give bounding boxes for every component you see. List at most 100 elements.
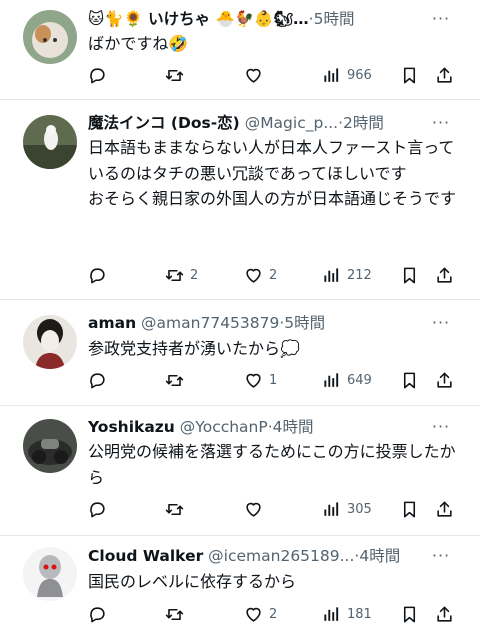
like-button[interactable] [244, 497, 269, 521]
views-button[interactable]: 181 [322, 602, 372, 626]
share-button[interactable] [435, 263, 454, 287]
reply-button[interactable] [88, 368, 113, 392]
avatar[interactable] [23, 115, 77, 169]
tweet-text: 日本語もままならない人が日本人ファースト言っているのはタチの悪い冗談であってほし… [88, 138, 457, 208]
user-handle[interactable]: @aman77453879 [141, 314, 279, 332]
bookmark-icon [403, 67, 416, 83]
display-name[interactable]: Yoshikazu [88, 418, 175, 436]
reply-button[interactable] [88, 263, 113, 287]
bookmark-button[interactable] [400, 263, 419, 287]
views-button[interactable]: 212 [322, 263, 372, 287]
tweet[interactable]: 魔法インコ (Dos-恋) @Magic_p...·2時間 ··· 日本語もまま… [0, 100, 480, 300]
user-handle[interactable]: @YocchanP [180, 418, 268, 436]
user-handle[interactable]: @Magic_p... [245, 114, 338, 132]
retweet-button[interactable] [165, 368, 190, 392]
share-icon [437, 67, 452, 83]
tweet[interactable]: Yoshikazu @YocchanP·4時間 ··· 公明党の候補を落選するた… [0, 406, 480, 536]
bookmark-icon [403, 372, 416, 388]
views-button[interactable]: 649 [322, 368, 372, 392]
views-button[interactable]: 966 [322, 63, 372, 87]
timestamp[interactable]: 5時間 [284, 314, 325, 332]
more-options-button[interactable]: ··· [430, 111, 452, 135]
heart-icon [246, 502, 261, 517]
tweet-header: aman @aman77453879·5時間 [88, 311, 420, 335]
like-count: 2 [269, 267, 278, 283]
reply-icon [90, 372, 105, 388]
heart-icon [246, 607, 261, 622]
avatar[interactable] [23, 315, 77, 369]
avatar[interactable] [23, 547, 77, 601]
display-name[interactable]: 🐱🐈🌻 いけちゃ 🐣🐓👶🐿… [88, 10, 309, 28]
timeline-feed: 🐱🐈🌻 いけちゃ 🐣🐓👶🐿…·5時間 ··· ばかですね🤣 966 魔法インコ … [0, 0, 480, 635]
views-button[interactable]: 305 [322, 497, 372, 521]
timestamp[interactable]: 2時間 [343, 114, 384, 132]
like-button[interactable]: 2 [244, 602, 277, 626]
tweet-text: 国民のレベルに依存するから [88, 572, 297, 591]
display-name[interactable]: aman [88, 314, 136, 332]
views-count: 212 [347, 267, 372, 283]
more-options-button[interactable]: ··· [430, 7, 452, 31]
tweet-text: ばかですね🤣 [88, 34, 189, 53]
tweet-header: 魔法インコ (Dos-恋) @Magic_p...·2時間 [88, 111, 420, 135]
retweet-count: 2 [190, 267, 199, 283]
bookmark-button[interactable] [400, 602, 419, 626]
retweet-icon [165, 608, 184, 620]
retweet-button[interactable] [165, 63, 190, 87]
heart-icon [246, 373, 261, 388]
tweet-text: 参政党支持者が湧いたから💭 [88, 339, 300, 358]
bookmark-icon [403, 606, 416, 622]
retweet-button[interactable]: 2 [165, 263, 198, 287]
action-bar: 305 [88, 497, 458, 521]
reply-icon [90, 501, 105, 517]
reply-icon [90, 606, 105, 622]
reply-button[interactable] [88, 602, 113, 626]
reply-icon [90, 67, 105, 83]
like-button[interactable]: 2 [244, 263, 277, 287]
share-button[interactable] [435, 602, 454, 626]
tweet-header: 🐱🐈🌻 いけちゃ 🐣🐓👶🐿…·5時間 [88, 7, 420, 31]
more-options-button[interactable]: ··· [430, 311, 452, 335]
avatar[interactable] [23, 419, 77, 473]
share-button[interactable] [435, 368, 454, 392]
retweet-icon [165, 374, 184, 386]
tweet-text: 公明党の候補を落選するためにこの方に投票したから [88, 442, 456, 487]
like-button[interactable]: 1 [244, 368, 277, 392]
share-icon [437, 372, 452, 388]
bookmark-button[interactable] [400, 63, 419, 87]
views-icon [324, 372, 339, 387]
bookmark-button[interactable] [400, 497, 419, 521]
bookmark-icon [403, 267, 416, 283]
reply-button[interactable] [88, 63, 113, 87]
retweet-icon [165, 269, 184, 281]
views-count: 181 [347, 606, 372, 622]
tweet[interactable]: 🐱🐈🌻 いけちゃ 🐣🐓👶🐿…·5時間 ··· ばかですね🤣 966 [0, 0, 480, 100]
share-button[interactable] [435, 497, 454, 521]
reply-button[interactable] [88, 497, 113, 521]
like-count: 1 [269, 372, 278, 388]
like-count: 2 [269, 606, 278, 622]
more-options-button[interactable]: ··· [430, 544, 452, 568]
timestamp[interactable]: 5時間 [314, 10, 355, 28]
heart-icon [246, 268, 261, 283]
like-button[interactable] [244, 63, 269, 87]
retweet-button[interactable] [165, 497, 190, 521]
share-button[interactable] [435, 63, 454, 87]
share-icon [437, 267, 452, 283]
timestamp[interactable]: 4時間 [359, 547, 400, 565]
views-count: 649 [347, 372, 372, 388]
reply-icon [90, 267, 105, 283]
more-options-button[interactable]: ··· [430, 415, 452, 439]
tweet[interactable]: aman @aman77453879·5時間 ··· 参政党支持者が湧いたから💭… [0, 300, 480, 406]
bookmark-button[interactable] [400, 368, 419, 392]
display-name[interactable]: 魔法インコ (Dos-恋) [88, 114, 240, 132]
user-handle[interactable]: @iceman265189... [208, 547, 354, 565]
timestamp[interactable]: 4時間 [273, 418, 314, 436]
share-icon [437, 501, 452, 517]
avatar[interactable] [23, 10, 77, 64]
views-count: 305 [347, 501, 372, 517]
heart-icon [246, 68, 261, 83]
retweet-button[interactable] [165, 602, 190, 626]
views-icon [324, 501, 339, 516]
tweet[interactable]: Cloud Walker @iceman265189...·4時間 ··· 国民… [0, 536, 480, 635]
display-name[interactable]: Cloud Walker [88, 547, 203, 565]
